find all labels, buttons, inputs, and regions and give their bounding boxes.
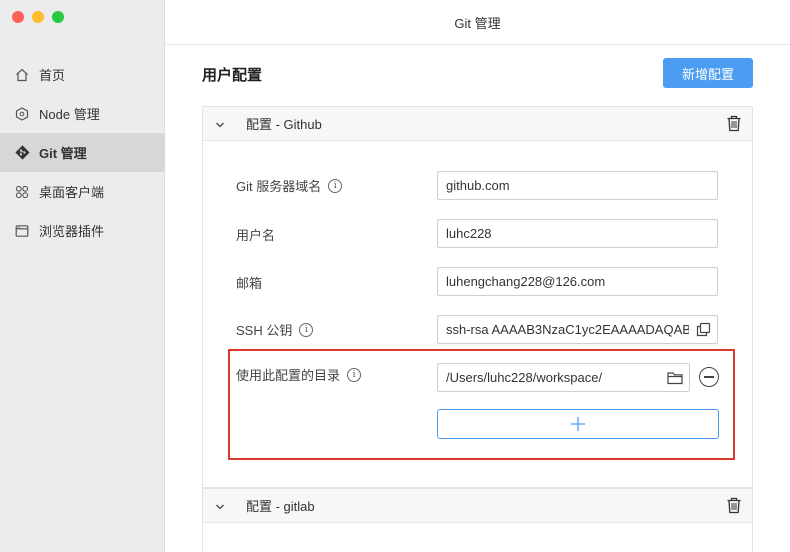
sidebar-nav: 首页 Node 管理 Git 管理 桌面客户端 浏览器插件	[0, 55, 165, 250]
username-input[interactable]: luhc228	[437, 219, 718, 248]
email-label: 邮箱	[236, 276, 263, 291]
grid-icon	[14, 184, 30, 200]
sidebar-item-label: Git 管理	[39, 146, 87, 161]
home-icon	[14, 67, 30, 83]
git-icon	[14, 145, 30, 161]
trash-icon[interactable]	[726, 115, 742, 135]
sidebar-item-desktop-client[interactable]: 桌面客户端	[0, 172, 165, 211]
copy-icon[interactable]	[689, 316, 717, 343]
sidebar-item-home[interactable]: 首页	[0, 55, 165, 94]
config-panel-header[interactable]: 配置 - gitlab	[203, 489, 752, 523]
window-controls	[12, 11, 64, 23]
info-icon[interactable]: i	[328, 178, 343, 193]
username-row: 用户名	[236, 225, 275, 244]
main-content: 用户配置 新增配置 配置 - Github Git 服务器域名 i github…	[165, 45, 790, 552]
ssh-key-input[interactable]: ssh-rsa AAAAB3NzaC1yc2EAAAADAQABAAABAQ	[437, 315, 718, 344]
username-label: 用户名	[236, 228, 276, 243]
ssh-label: SSH 公钥	[236, 323, 293, 338]
window-title-bar: Git 管理	[165, 0, 790, 45]
maximize-window-button[interactable]	[52, 11, 64, 23]
sidebar-item-label: 首页	[39, 68, 66, 83]
node-icon	[14, 106, 30, 122]
username-value: luhc228	[446, 226, 492, 241]
config-panel-header[interactable]: 配置 - Github	[203, 107, 752, 141]
window-title: Git 管理	[454, 15, 501, 31]
ssh-key-value: ssh-rsa AAAAB3NzaC1yc2EAAAADAQABAAABAQ	[446, 322, 689, 337]
page-title: 用户配置	[202, 67, 263, 84]
sidebar-item-label: 桌面客户端	[39, 185, 105, 200]
config-panel-title: 配置 - gitlab	[246, 499, 315, 514]
config-panel-gitlab: 配置 - gitlab	[202, 488, 753, 552]
info-icon[interactable]: i	[299, 322, 314, 337]
server-value: github.com	[446, 178, 510, 193]
chevron-down-icon[interactable]	[215, 500, 225, 515]
ssh-row: SSH 公钥 i	[236, 320, 314, 339]
close-window-button[interactable]	[12, 11, 24, 23]
email-value: luhengchang228@126.com	[446, 274, 606, 289]
sidebar-item-label: Node 管理	[39, 107, 100, 122]
sidebar-item-label: 浏览器插件	[39, 224, 105, 239]
server-label: Git 服务器域名	[236, 179, 322, 194]
highlight-box	[228, 349, 735, 460]
sidebar-item-browser-extension[interactable]: 浏览器插件	[0, 211, 165, 250]
trash-icon[interactable]	[726, 497, 742, 517]
chevron-down-icon[interactable]	[215, 118, 225, 133]
email-row: 邮箱	[236, 273, 262, 292]
server-row: Git 服务器域名 i	[236, 176, 343, 195]
minimize-window-button[interactable]	[32, 11, 44, 23]
sidebar-item-git[interactable]: Git 管理	[0, 133, 165, 172]
browser-icon	[14, 223, 30, 239]
sidebar-item-node[interactable]: Node 管理	[0, 94, 165, 133]
config-panel-title: 配置 - Github	[246, 117, 322, 132]
server-input[interactable]: github.com	[437, 171, 718, 200]
email-input[interactable]: luhengchang228@126.com	[437, 267, 718, 296]
add-config-button[interactable]: 新增配置	[663, 58, 753, 88]
sidebar: 首页 Node 管理 Git 管理 桌面客户端 浏览器插件	[0, 0, 165, 552]
